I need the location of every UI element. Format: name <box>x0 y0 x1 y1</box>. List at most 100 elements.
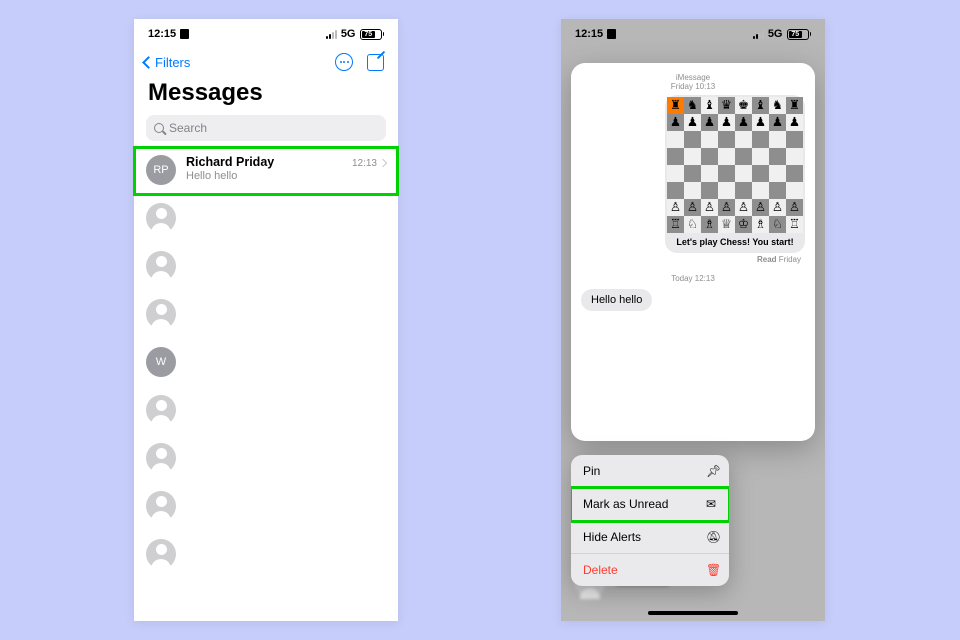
chess-square: ♟ <box>701 114 718 131</box>
chess-square: ♜ <box>667 97 684 114</box>
imessage-label: iMessage <box>581 73 805 82</box>
chess-square: ♗ <box>701 216 718 233</box>
chess-square <box>684 148 701 165</box>
chess-square <box>667 182 684 199</box>
phone-right: 12:15 5G 75 iMessage Friday 10:13 ♜♞♝♛♚♝… <box>561 19 825 621</box>
chess-square <box>667 148 684 165</box>
chess-square <box>769 165 786 182</box>
conversation-row[interactable]: W <box>134 339 398 387</box>
search-placeholder: Search <box>169 121 207 135</box>
home-indicator[interactable] <box>648 611 738 615</box>
chess-square: ♚ <box>735 97 752 114</box>
sim-icon <box>607 29 616 39</box>
chess-square: ♖ <box>786 216 803 233</box>
conversation-row[interactable] <box>134 195 398 243</box>
chess-square: ♟ <box>769 114 786 131</box>
conversation-row[interactable] <box>134 387 398 435</box>
chess-square: ♟ <box>684 114 701 131</box>
chess-square <box>718 182 735 199</box>
chess-square <box>718 148 735 165</box>
avatar <box>146 203 176 233</box>
signal-icon <box>326 29 337 39</box>
conversation-row[interactable] <box>134 483 398 531</box>
chess-square: ♙ <box>718 199 735 216</box>
phone-left: 12:15 5G 75 Filters Messages Search RP Ri… <box>134 19 398 621</box>
chess-square: ♝ <box>752 97 769 114</box>
chess-square <box>769 131 786 148</box>
avatar <box>146 539 176 569</box>
conversation-row[interactable] <box>134 291 398 339</box>
chess-square: ♟ <box>752 114 769 131</box>
avatar: RP <box>146 155 176 185</box>
menu-mark-unread[interactable]: Mark as Unread ✉︎ <box>571 488 729 521</box>
chess-square <box>667 165 684 182</box>
conversation-row[interactable] <box>134 435 398 483</box>
chess-square <box>701 148 718 165</box>
menu-delete[interactable]: Delete 🗑︎ <box>571 554 729 586</box>
chess-square: ♙ <box>667 199 684 216</box>
chess-square <box>667 131 684 148</box>
today-label: Today 12:13 <box>581 274 805 283</box>
chess-square: ♕ <box>718 216 735 233</box>
conversation-preview-card[interactable]: iMessage Friday 10:13 ♜♞♝♛♚♝♞♜♟♟♟♟♟♟♟♟♙♙… <box>571 63 815 441</box>
chess-square: ♟ <box>735 114 752 131</box>
page-title: Messages <box>134 77 398 115</box>
status-time: 12:15 <box>148 28 176 40</box>
chess-square: ♝ <box>701 97 718 114</box>
conversation-list: RP Richard Priday 12:13Hello hello W <box>134 147 398 579</box>
avatar: W <box>146 347 176 377</box>
trash-icon: 🗑︎ <box>706 565 717 576</box>
search-icon <box>154 123 164 133</box>
avatar <box>146 395 176 425</box>
chess-caption: Let's play Chess! You start! <box>667 233 803 249</box>
chess-square <box>786 131 803 148</box>
chess-square: ♙ <box>752 199 769 216</box>
conversation-row[interactable] <box>134 531 398 579</box>
back-label: Filters <box>155 55 190 70</box>
chess-square: ♙ <box>769 199 786 216</box>
status-network: 5G <box>768 28 783 40</box>
chess-square: ♗ <box>752 216 769 233</box>
avatar <box>146 443 176 473</box>
search-input[interactable]: Search <box>146 115 386 141</box>
chess-square: ♟ <box>718 114 735 131</box>
chess-square <box>752 148 769 165</box>
battery-icon: 75 <box>787 29 812 40</box>
chess-square <box>684 182 701 199</box>
menu-pin[interactable]: Pin 📌︎ <box>571 455 729 488</box>
more-icon[interactable] <box>335 53 353 71</box>
status-network: 5G <box>341 28 356 40</box>
chess-square <box>752 182 769 199</box>
chess-square <box>735 182 752 199</box>
battery-icon: 75 <box>360 29 385 40</box>
chess-square <box>684 165 701 182</box>
bell-slash-icon: 🔕︎ <box>706 532 717 543</box>
read-status: Read Friday <box>581 253 805 264</box>
imessage-time: Friday 10:13 <box>581 82 805 91</box>
avatar <box>146 491 176 521</box>
signal-icon <box>753 29 764 39</box>
chess-square <box>786 148 803 165</box>
menu-hide-alerts[interactable]: Hide Alerts 🔕︎ <box>571 521 729 554</box>
chess-square <box>718 165 735 182</box>
chessboard: ♜♞♝♛♚♝♞♜♟♟♟♟♟♟♟♟♙♙♙♙♙♙♙♙♖♘♗♕♔♗♘♖ <box>667 97 803 233</box>
chevron-right-icon <box>380 158 386 169</box>
conversation-time: 12:13 <box>352 158 386 169</box>
pin-icon: 📌︎ <box>706 466 717 477</box>
conversation-row[interactable]: RP Richard Priday 12:13Hello hello <box>134 147 398 195</box>
chess-square <box>735 165 752 182</box>
chess-message-bubble: ♜♞♝♛♚♝♞♜♟♟♟♟♟♟♟♟♙♙♙♙♙♙♙♙♖♘♗♕♔♗♘♖ Let's p… <box>665 95 805 253</box>
conversation-row[interactable] <box>134 243 398 291</box>
chess-square: ♟ <box>667 114 684 131</box>
nav-row: Filters <box>134 49 398 77</box>
chess-square <box>735 131 752 148</box>
chess-square: ♜ <box>786 97 803 114</box>
conversation-preview: Hello hello <box>186 170 386 182</box>
chess-square <box>701 182 718 199</box>
back-button[interactable]: Filters <box>144 55 190 70</box>
conversation-name: Richard Priday <box>186 155 274 169</box>
unread-icon: ✉︎ <box>706 499 717 510</box>
chess-square <box>718 131 735 148</box>
chess-square <box>684 131 701 148</box>
compose-icon[interactable] <box>367 54 384 71</box>
